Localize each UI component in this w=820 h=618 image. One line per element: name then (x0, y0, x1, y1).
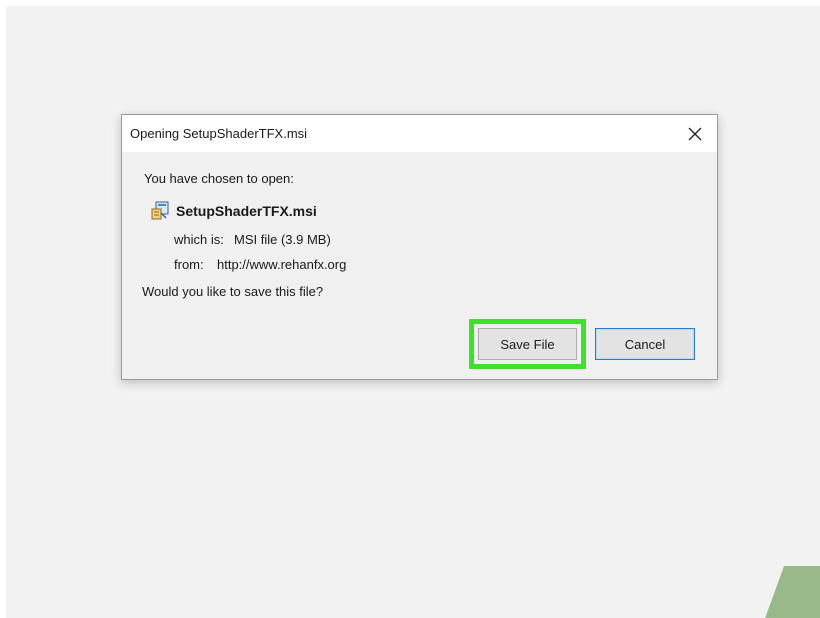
file-name: SetupShaderTFX.msi (176, 203, 317, 219)
file-source-value: http://www.rehanfx.org (217, 257, 347, 272)
open-prompt-text: You have chosen to open: (144, 171, 294, 186)
cancel-button[interactable]: Cancel (595, 328, 695, 360)
dialog-content: You have chosen to open: SetupShaderTFX.… (122, 152, 717, 379)
open-file-dialog: Opening SetupShaderTFX.msi You have chos… (121, 114, 718, 380)
save-question-text: Would you like to save this file? (142, 284, 324, 299)
file-source-label: from: (174, 257, 204, 272)
dialog-title: Opening SetupShaderTFX.msi (130, 126, 308, 141)
dialog-titlebar[interactable]: Opening SetupShaderTFX.msi (122, 115, 717, 152)
corner-accent-shape (763, 566, 820, 618)
file-type-value: MSI file (3.9 MB) (234, 232, 331, 247)
close-button[interactable] (673, 115, 717, 152)
close-icon (688, 127, 702, 140)
msi-installer-icon (151, 201, 169, 220)
save-file-button[interactable]: Save File (478, 328, 577, 360)
file-type-label: which is: (174, 232, 224, 247)
